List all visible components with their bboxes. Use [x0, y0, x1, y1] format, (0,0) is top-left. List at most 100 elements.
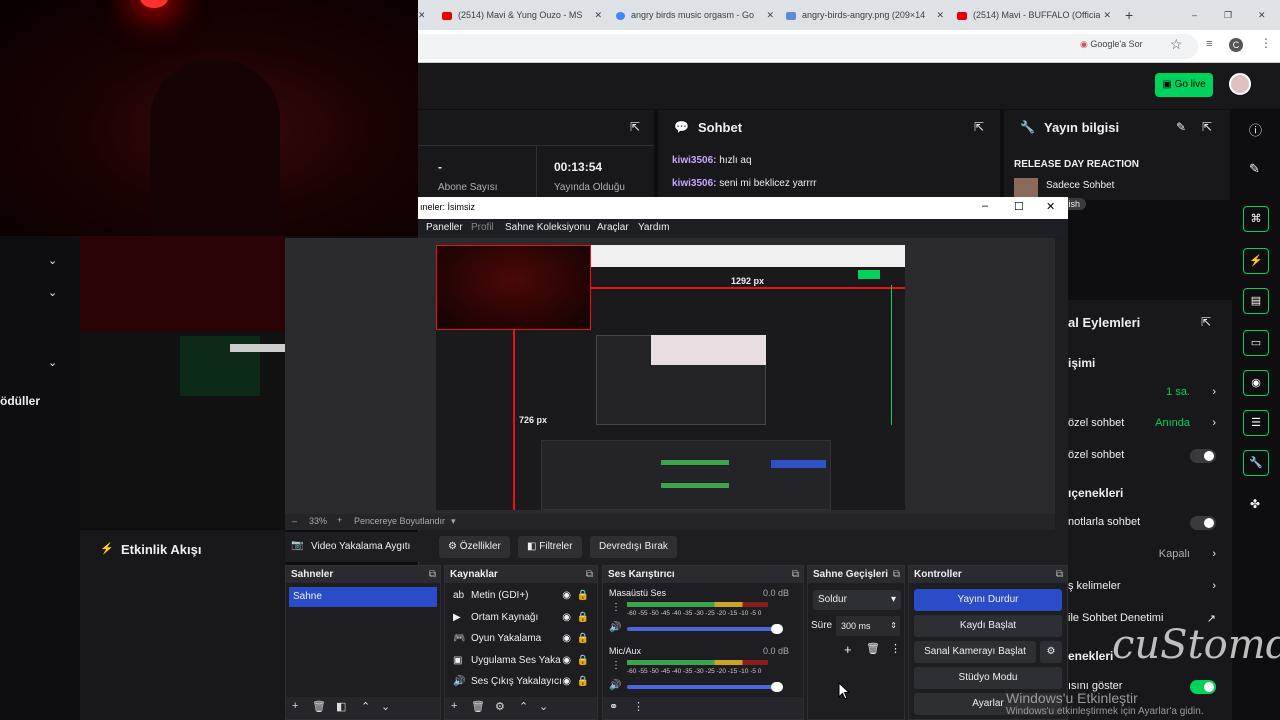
chevron-down-icon[interactable]: ⌄: [48, 356, 57, 369]
volume-slider[interactable]: [627, 682, 783, 692]
profile-avatar[interactable]: C: [1229, 38, 1243, 52]
menu-profile[interactable]: Profil: [471, 222, 494, 233]
dock-popout-icon[interactable]: ⧉: [1056, 566, 1063, 583]
toggle-switch[interactable]: [1190, 449, 1216, 463]
volume-slider[interactable]: [627, 624, 783, 634]
close-icon[interactable]: ✕: [766, 6, 774, 24]
source-item[interactable]: 🔊 Ses Çıkış Yakalayıcı ◉ 🔒: [445, 671, 597, 693]
slider-knob[interactable]: [771, 624, 783, 634]
document-icon[interactable]: ▤: [1243, 288, 1269, 314]
move-down-icon[interactable]: ⌄: [381, 700, 390, 713]
source-item[interactable]: 🎮 Oyun Yakalama ◉ 🔒: [445, 628, 597, 650]
gear-icon[interactable]: ⚙: [1040, 641, 1062, 663]
google-lens-button[interactable]: ◉ Google'a Sor: [1080, 39, 1143, 50]
start-recording-button[interactable]: Kaydı Başlat: [914, 615, 1062, 637]
category-name[interactable]: Sadece Sohbet: [1046, 180, 1114, 191]
move-up-icon[interactable]: ⌃: [361, 700, 370, 713]
trash-icon[interactable]: 🗑: [312, 700, 326, 713]
slider-knob[interactable]: [771, 682, 783, 692]
eye-icon[interactable]: ◉: [562, 650, 571, 672]
chevron-down-icon[interactable]: ⌄: [48, 254, 57, 267]
dock-popout-icon[interactable]: ⧉: [429, 566, 436, 583]
new-tab-button[interactable]: +: [1125, 6, 1139, 24]
zoom-in-icon[interactable]: +: [337, 515, 342, 525]
kebab-menu-icon[interactable]: ⋮: [1260, 36, 1272, 50]
speaker-icon[interactable]: 🔊: [609, 680, 621, 691]
obs-program-preview[interactable]: 1292 px 726 px: [436, 245, 905, 510]
go-live-button[interactable]: ▣ Go live: [1155, 73, 1213, 97]
lightning-icon[interactable]: ⚡: [1243, 248, 1269, 274]
edit-pencil-icon[interactable]: ✎: [1176, 120, 1186, 134]
close-icon[interactable]: ✕: [1103, 6, 1111, 24]
browser-tab[interactable]: (2514) Mavi & Yung Ouzo - MS ✕: [442, 6, 602, 24]
lock-icon[interactable]: 🔒: [577, 607, 589, 629]
speaker-icon[interactable]: 🔊: [609, 622, 621, 633]
close-icon[interactable]: ✕: [594, 6, 602, 24]
trash-icon[interactable]: 🗑: [866, 642, 880, 655]
filters-button[interactable]: ◧ Filtreler: [518, 536, 582, 558]
tab-close-icon[interactable]: ✕: [418, 6, 424, 24]
lock-icon[interactable]: 🔒: [577, 628, 589, 650]
popout-icon[interactable]: ⇱: [1202, 120, 1212, 134]
trash-icon[interactable]: 🗑: [471, 700, 485, 713]
popout-icon[interactable]: ⇱: [974, 120, 984, 134]
eye-icon[interactable]: ◉: [562, 671, 571, 693]
minimize-icon[interactable]: –: [1192, 6, 1204, 24]
eye-icon[interactable]: ◉: [562, 585, 571, 607]
edit-pencil-icon[interactable]: ✎: [1249, 161, 1260, 177]
studio-mode-button[interactable]: Stüdyo Modu: [914, 667, 1062, 689]
clip-icon[interactable]: ⌘: [1243, 206, 1269, 232]
deactivate-button[interactable]: Devredışı Bırak: [590, 536, 677, 558]
kebab-menu-icon[interactable]: ⋮: [633, 700, 644, 713]
duration-input[interactable]: 300 ms ⇕: [836, 616, 900, 636]
dock-popout-icon[interactable]: ⧉: [893, 566, 900, 583]
maximize-icon[interactable]: ❐: [1224, 6, 1236, 24]
link-icon[interactable]: ⚭: [609, 700, 618, 713]
add-icon[interactable]: +: [292, 700, 298, 712]
maximize-icon[interactable]: ☐: [1014, 200, 1024, 213]
popout-icon[interactable]: ⇱: [630, 120, 640, 134]
toggle-switch[interactable]: [1190, 516, 1216, 530]
lock-icon[interactable]: 🔒: [577, 650, 589, 672]
filter-icon[interactable]: ◧: [336, 700, 346, 713]
media-controls-icon[interactable]: ≡: [1206, 38, 1212, 50]
chat-icon[interactable]: ▭: [1243, 330, 1269, 356]
source-item[interactable]: ▶ Ortam Kaynağı ◉ 🔒: [445, 607, 597, 629]
queue-icon[interactable]: ☰: [1243, 410, 1269, 436]
kebab-menu-icon[interactable]: ⋮: [890, 642, 901, 655]
kebab-menu-icon[interactable]: ⋮: [611, 660, 621, 671]
browser-tab[interactable]: angry-birds-angry.png (209×14 ✕: [786, 6, 944, 24]
info-icon[interactable]: ⓘ: [1249, 120, 1262, 139]
eye-icon[interactable]: ◉: [562, 607, 571, 629]
zoom-mode[interactable]: Pencereye Boyutlandır: [354, 516, 445, 526]
close-icon[interactable]: ✕: [936, 6, 944, 24]
browser-tab[interactable]: angry birds music orgasm - Go ✕: [616, 6, 774, 24]
move-up-icon[interactable]: ⌃: [519, 700, 528, 713]
move-down-icon[interactable]: ⌄: [539, 700, 548, 713]
chevron-down-icon[interactable]: ▾: [451, 516, 456, 527]
source-item[interactable]: ab Metin (GDI+) ◉ 🔒: [445, 585, 597, 607]
lock-icon[interactable]: 🔒: [577, 585, 589, 607]
spinner-icon[interactable]: ⇕: [890, 616, 897, 636]
minimize-icon[interactable]: –: [982, 200, 988, 212]
stop-stream-button[interactable]: Yayını Durdur: [914, 589, 1062, 611]
popout-icon[interactable]: ⇱: [1201, 315, 1211, 329]
menu-panels[interactable]: Paneller: [426, 222, 463, 233]
kebab-menu-icon[interactable]: ⋮: [611, 602, 621, 613]
broadcast-icon[interactable]: ◉: [1243, 370, 1269, 396]
avatar[interactable]: [1229, 73, 1251, 95]
bookmark-star-icon[interactable]: ☆: [1170, 36, 1183, 53]
menu-help[interactable]: Yardım: [638, 222, 670, 233]
dock-popout-icon[interactable]: ⧉: [586, 566, 593, 583]
browser-tab[interactable]: (2514) Mavi - BUFFALO (Officia ✕: [957, 6, 1111, 24]
properties-button[interactable]: ⚙ Özellikler: [439, 536, 510, 558]
dock-popout-icon[interactable]: ⧉: [792, 566, 799, 583]
webcam-source-box[interactable]: [436, 245, 591, 330]
add-icon[interactable]: +: [451, 700, 457, 712]
extensions-icon[interactable]: ✤: [1250, 497, 1260, 511]
source-item[interactable]: ▣ Uygulama Ses Yaka ◉ 🔒: [445, 650, 597, 672]
gear-icon[interactable]: ⚙: [495, 700, 505, 713]
start-virtual-camera-button[interactable]: Sanal Kamerayı Başlat: [914, 641, 1036, 663]
chevron-down-icon[interactable]: ⌄: [48, 286, 57, 299]
zoom-out-icon[interactable]: –: [292, 516, 297, 526]
